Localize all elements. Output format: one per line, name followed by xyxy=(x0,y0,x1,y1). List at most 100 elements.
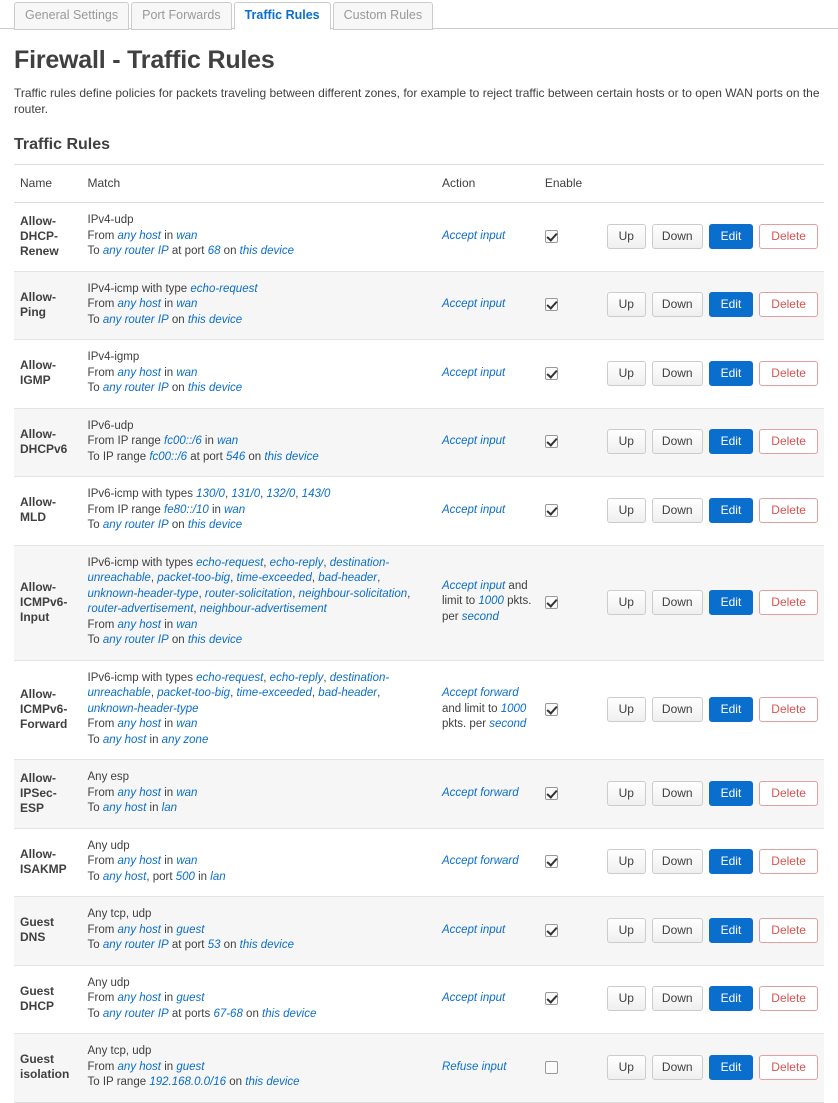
enable-checkbox[interactable] xyxy=(544,702,558,716)
match-value[interactable]: this device xyxy=(240,939,294,951)
delete-button[interactable]: Delete xyxy=(759,696,818,722)
match-value[interactable]: any host xyxy=(118,367,161,379)
match-value[interactable]: Accept input xyxy=(442,992,505,1004)
delete-button[interactable]: Delete xyxy=(759,429,818,455)
tab-port-forwards[interactable]: Port Forwards xyxy=(131,2,232,30)
enable-checkbox[interactable] xyxy=(544,923,558,937)
up-button[interactable]: Up xyxy=(606,1054,646,1080)
match-value[interactable]: this device xyxy=(188,519,242,531)
match-value[interactable]: Accept input xyxy=(442,924,505,936)
match-value[interactable]: echo-request xyxy=(196,672,263,684)
match-value[interactable]: echo-reply xyxy=(270,672,324,684)
edit-button[interactable]: Edit xyxy=(708,292,754,318)
match-value[interactable]: Accept input xyxy=(442,298,505,310)
match-value[interactable]: bad-header xyxy=(318,687,377,699)
match-value[interactable]: any host xyxy=(118,855,161,867)
match-value[interactable]: neighbour-advertisement xyxy=(200,603,327,615)
down-button[interactable]: Down xyxy=(651,849,703,875)
edit-button[interactable]: Edit xyxy=(708,497,754,523)
delete-button[interactable]: Delete xyxy=(759,589,818,615)
match-value[interactable]: fc00::/6 xyxy=(149,451,187,463)
edit-button[interactable]: Edit xyxy=(708,429,754,455)
match-value[interactable]: this device xyxy=(262,1008,316,1020)
match-value[interactable]: any router IP xyxy=(103,939,169,951)
match-value[interactable]: any host xyxy=(118,787,161,799)
match-value[interactable]: any zone xyxy=(162,734,209,746)
tab-general-settings[interactable]: General Settings xyxy=(14,2,130,30)
match-value[interactable]: any router IP xyxy=(103,634,169,646)
delete-button[interactable]: Delete xyxy=(759,497,818,523)
match-value[interactable]: wan xyxy=(217,435,238,447)
enable-checkbox[interactable] xyxy=(544,298,558,312)
match-value[interactable]: lan xyxy=(210,871,225,883)
match-value[interactable]: any router IP xyxy=(103,1008,169,1020)
delete-button[interactable]: Delete xyxy=(759,1054,818,1080)
delete-button[interactable]: Delete xyxy=(759,986,818,1012)
match-value[interactable]: this device xyxy=(245,1076,299,1088)
match-value[interactable]: wan xyxy=(176,298,197,310)
delete-button[interactable]: Delete xyxy=(759,917,818,943)
match-value[interactable]: wan xyxy=(176,367,197,379)
match-value[interactable]: any host xyxy=(103,802,146,814)
match-value[interactable]: packet-too-big xyxy=(157,687,230,699)
match-value[interactable]: Refuse input xyxy=(442,1061,507,1073)
enable-checkbox[interactable] xyxy=(544,595,558,609)
match-value[interactable]: second xyxy=(462,611,499,623)
match-value[interactable]: any router IP xyxy=(103,519,169,531)
match-value[interactable]: 68 xyxy=(208,245,221,257)
match-value[interactable]: any host xyxy=(118,924,161,936)
match-value[interactable]: Accept input xyxy=(442,230,505,242)
match-value[interactable]: router-solicitation xyxy=(205,588,292,600)
match-value[interactable]: wan xyxy=(176,855,197,867)
up-button[interactable]: Up xyxy=(606,429,646,455)
match-value[interactable]: wan xyxy=(176,230,197,242)
tab-traffic-rules[interactable]: Traffic Rules xyxy=(233,2,331,30)
match-value[interactable]: 500 xyxy=(176,871,195,883)
match-value[interactable]: 192.168.0.0/16 xyxy=(149,1076,226,1088)
match-value[interactable]: this device xyxy=(188,382,242,394)
up-button[interactable]: Up xyxy=(606,780,646,806)
match-value[interactable]: any host xyxy=(103,871,146,883)
match-value[interactable]: any host xyxy=(118,619,161,631)
delete-button[interactable]: Delete xyxy=(759,292,818,318)
delete-button[interactable]: Delete xyxy=(759,849,818,875)
match-value[interactable]: Accept forward xyxy=(442,687,519,699)
match-value[interactable]: Accept input xyxy=(442,580,505,592)
delete-button[interactable]: Delete xyxy=(759,223,818,249)
match-value[interactable]: wan xyxy=(176,619,197,631)
down-button[interactable]: Down xyxy=(651,497,703,523)
edit-button[interactable]: Edit xyxy=(708,696,754,722)
edit-button[interactable]: Edit xyxy=(708,849,754,875)
down-button[interactable]: Down xyxy=(651,1054,703,1080)
match-value[interactable]: Accept input xyxy=(442,367,505,379)
match-value[interactable]: any router IP xyxy=(103,245,169,257)
edit-button[interactable]: Edit xyxy=(708,780,754,806)
enable-checkbox[interactable] xyxy=(544,503,558,517)
match-value[interactable]: 1000 xyxy=(501,703,527,715)
match-value[interactable]: any host xyxy=(103,734,146,746)
match-value[interactable]: guest xyxy=(176,1061,204,1073)
match-value[interactable]: time-exceeded xyxy=(236,572,311,584)
edit-button[interactable]: Edit xyxy=(708,223,754,249)
up-button[interactable]: Up xyxy=(606,360,646,386)
match-value[interactable]: guest xyxy=(176,924,204,936)
match-value[interactable]: unknown-header-type xyxy=(88,588,199,600)
match-value[interactable]: any host xyxy=(118,1061,161,1073)
match-value[interactable]: 546 xyxy=(226,451,245,463)
down-button[interactable]: Down xyxy=(651,589,703,615)
match-value[interactable]: any router IP xyxy=(103,382,169,394)
match-value[interactable]: any host xyxy=(118,230,161,242)
enable-checkbox[interactable] xyxy=(544,435,558,449)
down-button[interactable]: Down xyxy=(651,917,703,943)
edit-button[interactable]: Edit xyxy=(708,360,754,386)
match-value[interactable]: wan xyxy=(176,718,197,730)
edit-button[interactable]: Edit xyxy=(708,589,754,615)
up-button[interactable]: Up xyxy=(606,917,646,943)
match-value[interactable]: packet-too-big xyxy=(157,572,230,584)
match-value[interactable]: any host xyxy=(118,718,161,730)
tab-custom-rules[interactable]: Custom Rules xyxy=(332,2,434,30)
edit-button[interactable]: Edit xyxy=(708,986,754,1012)
down-button[interactable]: Down xyxy=(651,696,703,722)
match-value[interactable]: this device xyxy=(264,451,318,463)
down-button[interactable]: Down xyxy=(651,780,703,806)
